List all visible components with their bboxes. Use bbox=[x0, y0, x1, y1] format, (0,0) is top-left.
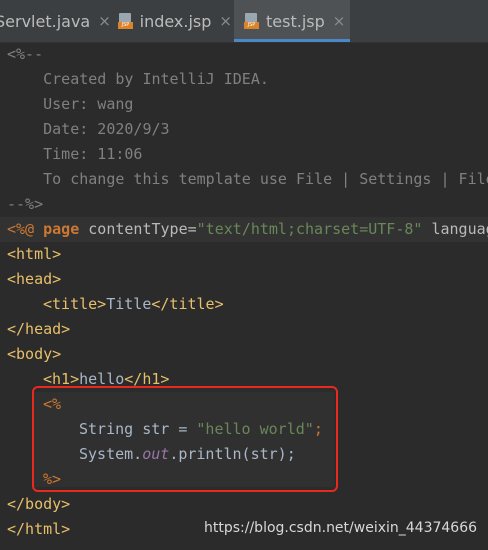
comment-open: <%-- bbox=[7, 45, 44, 63]
tab-test-jsp[interactable]: JSP test.jsp × bbox=[234, 0, 350, 42]
tab-label: Servlet.java bbox=[0, 11, 91, 31]
comment-line: Created by IntelliJ IDEA. bbox=[7, 70, 269, 88]
code-line-11: <title>Title</title> bbox=[0, 292, 488, 317]
code-line-3: User: wang bbox=[0, 92, 488, 117]
close-icon[interactable]: × bbox=[219, 12, 232, 30]
code-line-12: </head> bbox=[0, 317, 488, 342]
highlight-annotation-box bbox=[32, 386, 338, 492]
head-open-tag: <head> bbox=[7, 270, 62, 288]
code-line-8: <%@ page contentType="text/html;charset=… bbox=[0, 217, 488, 242]
tab-servlet-java[interactable]: Servlet.java × bbox=[0, 0, 111, 42]
code-line-19: </body> bbox=[0, 492, 488, 517]
code-line-4: Date: 2020/9/3 bbox=[0, 117, 488, 142]
tab-label: index.jsp bbox=[139, 11, 212, 31]
body-open-tag: <body> bbox=[7, 345, 62, 363]
head-close-tag: </head> bbox=[7, 320, 71, 338]
code-line-10: <head> bbox=[0, 267, 488, 292]
code-line-13: <body> bbox=[0, 342, 488, 367]
page-directive: <%@ page contentType="text/html;charset=… bbox=[7, 220, 488, 238]
code-line-9: <html> bbox=[0, 242, 488, 267]
watermark-text: https://blog.csdn.net/weixin_44374666 bbox=[204, 520, 478, 536]
code-line-1: <%-- bbox=[0, 42, 488, 67]
code-line-5: Time: 11:06 bbox=[0, 142, 488, 167]
comment-line: Time: 11:06 bbox=[7, 145, 143, 163]
body-close-tag: </body> bbox=[7, 495, 71, 513]
tab-index-jsp[interactable]: JSP index.jsp × bbox=[108, 0, 232, 42]
html-open-tag: <html> bbox=[7, 245, 62, 263]
code-line-2: Created by IntelliJ IDEA. bbox=[0, 67, 488, 92]
editor-tab-bar: Servlet.java × JSP index.jsp × JSP test.… bbox=[0, 0, 488, 43]
jsp-file-icon: JSP bbox=[244, 13, 259, 29]
html-close-tag: </html> bbox=[7, 520, 71, 538]
title-element: <title>Title</title> bbox=[43, 295, 224, 313]
comment-line: Date: 2020/9/3 bbox=[7, 120, 170, 138]
code-line-7: --%> bbox=[0, 192, 488, 217]
tab-label: test.jsp bbox=[266, 11, 325, 31]
jsp-file-icon: JSP bbox=[118, 13, 133, 29]
comment-line: To change this template use File | Setti… bbox=[7, 170, 488, 188]
close-icon[interactable]: × bbox=[333, 12, 346, 30]
comment-line: User: wang bbox=[7, 95, 134, 113]
code-line-6: To change this template use File | Setti… bbox=[0, 167, 488, 192]
comment-close: --%> bbox=[7, 195, 44, 213]
